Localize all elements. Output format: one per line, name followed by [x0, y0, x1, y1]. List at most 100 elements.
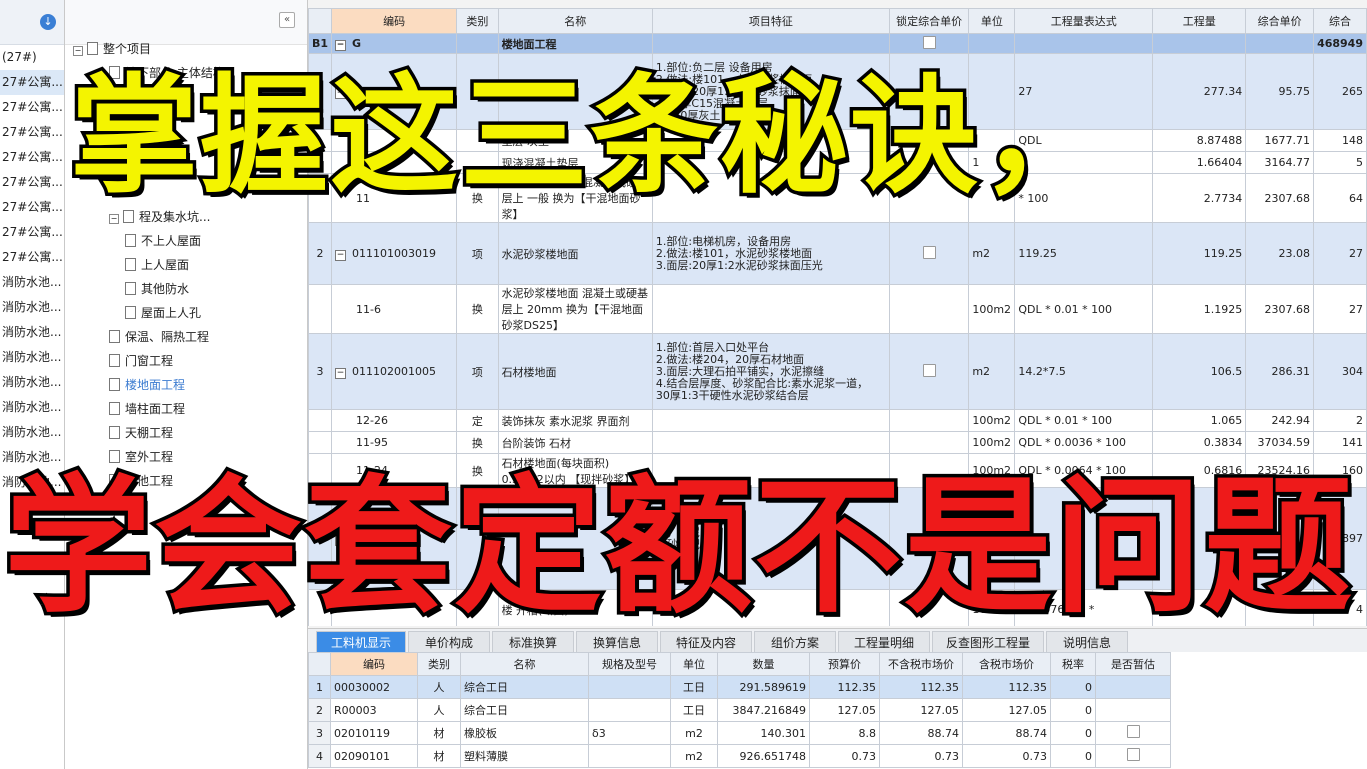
market-price-tax[interactable]: 0.73 — [962, 744, 1051, 768]
resource-spec[interactable]: δ3 — [588, 721, 671, 745]
column-header[interactable]: 综合 — [1312, 8, 1367, 34]
resource-spec[interactable] — [588, 675, 671, 699]
resource-code[interactable]: 02090101 — [330, 744, 418, 768]
lock-price-checkbox[interactable] — [922, 245, 936, 259]
lock-price-cell[interactable] — [888, 222, 970, 285]
collapse-toggle-icon[interactable]: − — [335, 249, 347, 261]
collapse-toggle-icon[interactable]: − — [335, 367, 347, 379]
resource-code[interactable]: 00030002 — [330, 675, 418, 699]
quantity-expression[interactable]: 14.2*7.5 — [1014, 333, 1154, 410]
item-features[interactable] — [651, 284, 890, 334]
provisional-estimate-cell[interactable] — [1095, 721, 1171, 745]
market-price-tax[interactable]: 127.05 — [962, 698, 1051, 722]
column-header[interactable]: 数量 — [717, 652, 810, 676]
project-list-item[interactable]: 27#公寓... — [0, 170, 64, 195]
market-price[interactable]: 112.35 — [879, 675, 963, 699]
budget-price[interactable]: 8.8 — [809, 721, 880, 745]
item-features[interactable]: 1.部位:电梯机房，设备用房 2.做法:楼101，水泥砂浆楼地面 3.面层:20… — [651, 222, 890, 285]
resource-row[interactable]: 3 02010119 材橡胶板 δ3 m2 140.301 8.8 88.74 88.74 0 — [308, 721, 1171, 745]
column-header[interactable]: 工程量表达式 — [1014, 8, 1154, 34]
tree-node[interactable]: 不上人屋面 — [125, 230, 201, 252]
column-header[interactable]: 名称 — [497, 8, 653, 34]
project-list-item[interactable]: 消防水池... — [0, 370, 64, 395]
column-header[interactable]: 不含税市场价 — [879, 652, 963, 676]
tax-rate[interactable]: 0 — [1050, 744, 1096, 768]
item-code[interactable]: − G — [331, 33, 458, 54]
lock-price-cell[interactable] — [888, 333, 970, 410]
bill-row[interactable]: 2−011101003019 项水泥砂浆楼地面 1.部位:电梯机房，设备用房 2.做… — [308, 222, 1367, 285]
bill-row[interactable]: B1− G 楼地面工程 468949 — [308, 33, 1367, 54]
resource-name[interactable]: 综合工日 — [460, 698, 589, 722]
download-icon[interactable]: ↓ — [40, 14, 56, 30]
quantity-expression[interactable]: QDL * 0.01 * 100 — [1014, 284, 1154, 334]
quantity-expression[interactable] — [1014, 33, 1154, 54]
item-name[interactable]: 水泥砂浆楼地面 混凝土或硬基层上 20mm 换为【干混地面砂浆DS25】 — [497, 284, 653, 334]
column-header[interactable]: 是否暂估 — [1095, 652, 1171, 676]
project-list-item[interactable]: 27#公寓... — [0, 195, 64, 220]
project-list-item[interactable]: 消防水池... — [0, 270, 64, 295]
project-list-item[interactable]: 27#公寓... — [0, 145, 64, 170]
budget-price[interactable]: 0.73 — [809, 744, 880, 768]
market-price[interactable]: 0.73 — [879, 744, 963, 768]
project-list-item[interactable]: 消防水池... — [0, 420, 64, 445]
column-header[interactable]: 规格及型号 — [588, 652, 671, 676]
collapse-toggle-icon[interactable]: − — [335, 39, 347, 51]
column-header[interactable]: 名称 — [460, 652, 589, 676]
item-name[interactable]: 石材楼地面 — [497, 333, 653, 410]
bill-row[interactable]: 11-95 换台阶装饰 石材 100m2 QDL * 0.0036 * 100 0.38… — [308, 431, 1367, 454]
resource-spec[interactable] — [588, 698, 671, 722]
resource-row[interactable]: 2 R00003 人综合工日 工日 3847.216849 127.05 127.05 127… — [308, 698, 1171, 722]
item-code[interactable]: −011102001005 — [331, 333, 458, 410]
item-features[interactable] — [651, 33, 890, 54]
project-list-item[interactable]: 27#公寓... — [0, 245, 64, 270]
item-name[interactable]: 台阶装饰 石材 — [497, 431, 653, 454]
market-price[interactable]: 127.05 — [879, 698, 963, 722]
column-header[interactable]: 编码 — [330, 652, 418, 676]
budget-price[interactable]: 127.05 — [809, 698, 880, 722]
item-code[interactable]: 11-6 — [331, 284, 458, 334]
tree-node[interactable]: 天棚工程 — [109, 422, 173, 444]
resource-code[interactable]: 02010119 — [330, 721, 418, 745]
column-header[interactable]: 类别 — [417, 652, 461, 676]
lock-price-cell[interactable] — [888, 33, 970, 54]
tax-rate[interactable]: 0 — [1050, 675, 1096, 699]
column-header[interactable]: 项目特征 — [651, 8, 890, 34]
column-header[interactable] — [308, 8, 333, 34]
item-name[interactable]: 装饰抹灰 素水泥浆 界面剂 — [497, 409, 653, 432]
tree-node[interactable]: 保温、隔热工程 — [109, 326, 209, 348]
project-list-item[interactable]: 27#公寓... — [0, 220, 64, 245]
tree-node[interactable]: 其他防水 — [125, 278, 189, 300]
item-code[interactable]: 12-26 — [331, 409, 458, 432]
project-list-item[interactable]: 消防水池... — [0, 295, 64, 320]
resource-name[interactable]: 综合工日 — [460, 675, 589, 699]
project-list-item[interactable]: 消防水池... — [0, 345, 64, 370]
quantity-expression[interactable]: QDL * 0.01 * 100 — [1014, 409, 1154, 432]
tree-node[interactable]: 墙柱面工程 — [109, 398, 185, 420]
column-header[interactable]: 单位 — [670, 652, 718, 676]
resource-name[interactable]: 塑料薄膜 — [460, 744, 589, 768]
column-header[interactable]: 税率 — [1050, 652, 1096, 676]
column-header[interactable] — [308, 652, 331, 676]
lock-price-cell[interactable] — [888, 409, 970, 432]
project-list-item[interactable]: 消防水池... — [0, 320, 64, 345]
market-price-tax[interactable]: 88.74 — [962, 721, 1051, 745]
item-name[interactable]: 水泥砂浆楼地面 — [497, 222, 653, 285]
lock-price-cell[interactable] — [888, 284, 970, 334]
bill-row[interactable]: 3−011102001005 项石材楼地面 1.部位:首层入口处平台 2.做法:楼2… — [308, 333, 1367, 410]
lock-price-cell[interactable] — [888, 431, 970, 454]
quantity-expression[interactable]: 119.25 — [1014, 222, 1154, 285]
bill-row[interactable]: 11-6 换水泥砂浆楼地面 混凝土或硬基层上 20mm 换为【干混地面砂浆DS25… — [308, 284, 1367, 334]
column-header[interactable]: 预算价 — [809, 652, 880, 676]
column-header[interactable]: 工程量 — [1152, 8, 1247, 34]
budget-price[interactable]: 112.35 — [809, 675, 880, 699]
column-header[interactable]: 单位 — [968, 8, 1016, 34]
column-header[interactable]: 综合单价 — [1245, 8, 1314, 34]
item-code[interactable]: 11-95 — [331, 431, 458, 454]
resource-name[interactable]: 橡胶板 — [460, 721, 589, 745]
market-price[interactable]: 88.74 — [879, 721, 963, 745]
item-features[interactable] — [651, 431, 890, 454]
lock-price-checkbox[interactable] — [922, 363, 936, 377]
tree-node[interactable]: 屋面上人孔 — [125, 302, 201, 324]
project-list-item[interactable]: 27#公寓... — [0, 95, 64, 120]
tax-rate[interactable]: 0 — [1050, 721, 1096, 745]
